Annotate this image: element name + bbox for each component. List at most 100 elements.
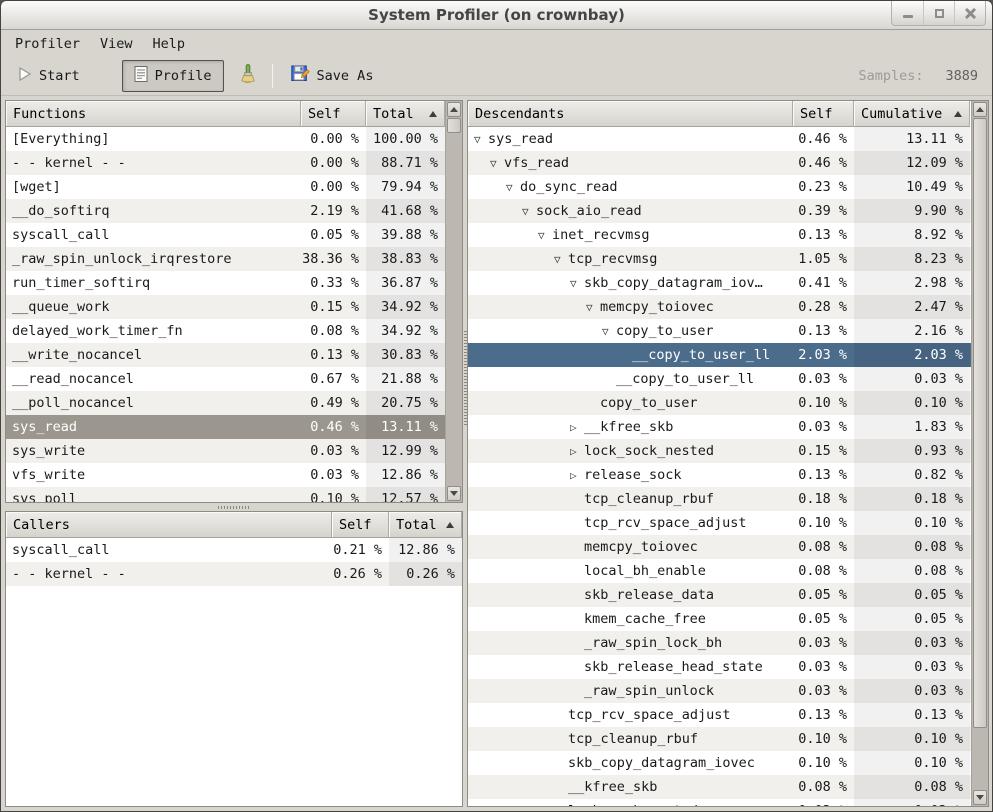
column-header-self[interactable]: Self (332, 512, 389, 538)
table-row[interactable]: tcp_rcv_space_adjust0.10 %0.10 % (468, 511, 971, 535)
table-row[interactable]: skb_release_head_state0.03 %0.03 % (468, 655, 971, 679)
table-row[interactable]: __poll_nocancel0.49 %20.75 % (6, 391, 445, 415)
table-row[interactable]: skb_copy_datagram_iovec0.10 %0.10 % (468, 751, 971, 775)
table-row[interactable]: [Everything]0.00 %100.00 % (6, 127, 445, 151)
table-row[interactable]: ▷release_sock0.13 %0.82 % (468, 463, 971, 487)
scroll-down-button[interactable] (447, 486, 461, 501)
table-row[interactable]: lock_sock_nested0.03 %0.03 % (468, 799, 971, 806)
table-row[interactable]: __copy_to_user_ll0.03 %0.03 % (468, 367, 971, 391)
menu-view[interactable]: View (90, 33, 143, 55)
table-row[interactable]: kmem_cache_free0.05 %0.05 % (468, 607, 971, 631)
scrollbar-thumb[interactable] (447, 118, 461, 133)
table-row[interactable]: run_timer_softirq0.33 %36.87 % (6, 271, 445, 295)
splitter-grip[interactable] (464, 331, 467, 426)
table-row[interactable]: ▽skb_copy_datagram_iov…0.41 %2.98 % (468, 271, 971, 295)
splitter-grip[interactable] (218, 506, 250, 509)
reset-brush-button[interactable] (236, 62, 260, 90)
expander-open-icon[interactable]: ▽ (538, 224, 552, 247)
table-row[interactable]: __queue_work0.15 %34.92 % (6, 295, 445, 319)
arrow-down-icon (976, 795, 984, 800)
table-row[interactable]: __read_nocancel0.67 %21.88 % (6, 367, 445, 391)
table-row[interactable]: copy_to_user0.10 %0.10 % (468, 391, 971, 415)
table-row[interactable]: tcp_cleanup_rbuf0.18 %0.18 % (468, 487, 971, 511)
scrollbar-thumb[interactable] (973, 118, 987, 728)
expander-open-icon[interactable]: ▽ (506, 176, 520, 199)
expander-open-icon[interactable]: ▽ (602, 320, 616, 343)
menu-profiler[interactable]: Profiler (5, 33, 90, 55)
expander-closed-icon[interactable]: ▷ (570, 464, 584, 487)
minimize-button[interactable] (892, 1, 923, 25)
value-cell: 2.03 % (854, 343, 970, 367)
table-row[interactable]: syscall_call0.05 %39.88 % (6, 223, 445, 247)
scroll-up-button[interactable] (973, 102, 987, 117)
table-row[interactable]: _raw_spin_lock_bh0.03 %0.03 % (468, 631, 971, 655)
table-row[interactable]: ▽sock_aio_read0.39 %9.90 % (468, 199, 971, 223)
table-row[interactable]: ▷__kfree_skb0.03 %1.83 % (468, 415, 971, 439)
profile-toggle-button[interactable]: Profile (122, 60, 224, 92)
expander-open-icon[interactable]: ▽ (522, 200, 536, 223)
table-row[interactable]: ▽tcp_recvmsg1.05 %8.23 % (468, 247, 971, 271)
expander-open-icon[interactable]: ▽ (570, 272, 584, 295)
column-header-functions[interactable]: Functions (6, 101, 301, 127)
close-button[interactable] (954, 1, 985, 25)
column-header-descendants[interactable]: Descendants (468, 101, 793, 127)
function-name: syscall_call (12, 542, 110, 558)
function-name: do_sync_read (520, 179, 618, 195)
table-row[interactable]: skb_release_data0.05 %0.05 % (468, 583, 971, 607)
save-as-button[interactable]: Save As (285, 61, 380, 91)
table-row[interactable]: tcp_rcv_space_adjust0.13 %0.13 % (468, 703, 971, 727)
table-row[interactable]: ▽sys_read0.46 %13.11 % (468, 127, 971, 151)
expander-open-icon[interactable]: ▽ (554, 248, 568, 271)
table-row[interactable]: sys_write0.03 %12.99 % (6, 439, 445, 463)
table-row[interactable]: tcp_cleanup_rbuf0.10 %0.10 % (468, 727, 971, 751)
menu-help[interactable]: Help (143, 33, 196, 55)
table-row[interactable]: _raw_spin_unlock0.03 %0.03 % (468, 679, 971, 703)
table-row[interactable]: ▽inet_recvmsg0.13 %8.92 % (468, 223, 971, 247)
table-row[interactable]: [wget]0.00 %79.94 % (6, 175, 445, 199)
table-row[interactable]: syscall_call0.21 %12.86 % (6, 538, 462, 562)
expander-open-icon[interactable]: ▽ (586, 296, 600, 319)
table-row[interactable]: sys_read0.46 %13.11 % (6, 415, 445, 439)
table-row[interactable]: _raw_spin_unlock_irqrestore38.36 %38.83 … (6, 247, 445, 271)
maximize-button[interactable] (923, 1, 954, 25)
table-row[interactable]: __do_softirq2.19 %41.68 % (6, 199, 445, 223)
expander-closed-icon[interactable]: ▷ (570, 440, 584, 463)
scroll-up-button[interactable] (447, 102, 461, 117)
column-header-self[interactable]: Self (793, 101, 854, 127)
table-row[interactable]: ▽do_sync_read0.23 %10.49 % (468, 175, 971, 199)
value-cell: 79.94 % (366, 175, 445, 199)
table-row[interactable]: ▽copy_to_user0.13 %2.16 % (468, 319, 971, 343)
column-header-total[interactable]: Total (366, 101, 445, 127)
functions-scrollbar[interactable] (445, 101, 462, 502)
table-row[interactable]: __write_nocancel0.13 %30.83 % (6, 343, 445, 367)
column-header-cumulative[interactable]: Cumulative (854, 101, 970, 127)
table-row[interactable]: ▷lock_sock_nested0.15 %0.93 % (468, 439, 971, 463)
table-row[interactable]: delayed_work_timer_fn0.08 %34.92 % (6, 319, 445, 343)
expander-open-icon[interactable]: ▽ (490, 152, 504, 175)
column-header-callers[interactable]: Callers (6, 512, 332, 538)
value-cell: 0.13 % (793, 319, 854, 343)
vertical-splitter[interactable] (463, 100, 467, 807)
function-name: [wget] (12, 179, 61, 195)
scroll-down-button[interactable] (973, 790, 987, 805)
expander-closed-icon[interactable]: ▷ (570, 416, 584, 439)
table-row[interactable]: ▽memcpy_toiovec0.28 %2.47 % (468, 295, 971, 319)
table-row[interactable]: - - kernel - -0.26 %0.26 % (6, 562, 462, 586)
start-button[interactable]: Start (11, 62, 86, 90)
column-header-self[interactable]: Self (301, 101, 366, 127)
scrollbar-trough[interactable] (447, 134, 461, 486)
table-row[interactable]: __kfree_skb0.08 %0.08 % (468, 775, 971, 799)
descendants-scrollbar[interactable] (971, 101, 988, 806)
expander-open-icon[interactable]: ▽ (474, 128, 488, 151)
table-row[interactable]: vfs_write0.03 %12.86 % (6, 463, 445, 487)
table-row[interactable]: - - kernel - -0.00 %88.71 % (6, 151, 445, 175)
table-row[interactable]: local_bh_enable0.08 %0.08 % (468, 559, 971, 583)
horizontal-splitter[interactable] (5, 503, 463, 511)
table-row[interactable]: sys_poll0.10 %12.57 % (6, 487, 445, 502)
scrollbar-trough[interactable] (973, 729, 987, 790)
column-header-total[interactable]: Total (389, 512, 462, 538)
table-row[interactable]: memcpy_toiovec0.08 %0.08 % (468, 535, 971, 559)
window-buttons (891, 1, 986, 26)
table-row[interactable]: ▽vfs_read0.46 %12.09 % (468, 151, 971, 175)
table-row[interactable]: __copy_to_user_ll2.03 %2.03 % (468, 343, 971, 367)
